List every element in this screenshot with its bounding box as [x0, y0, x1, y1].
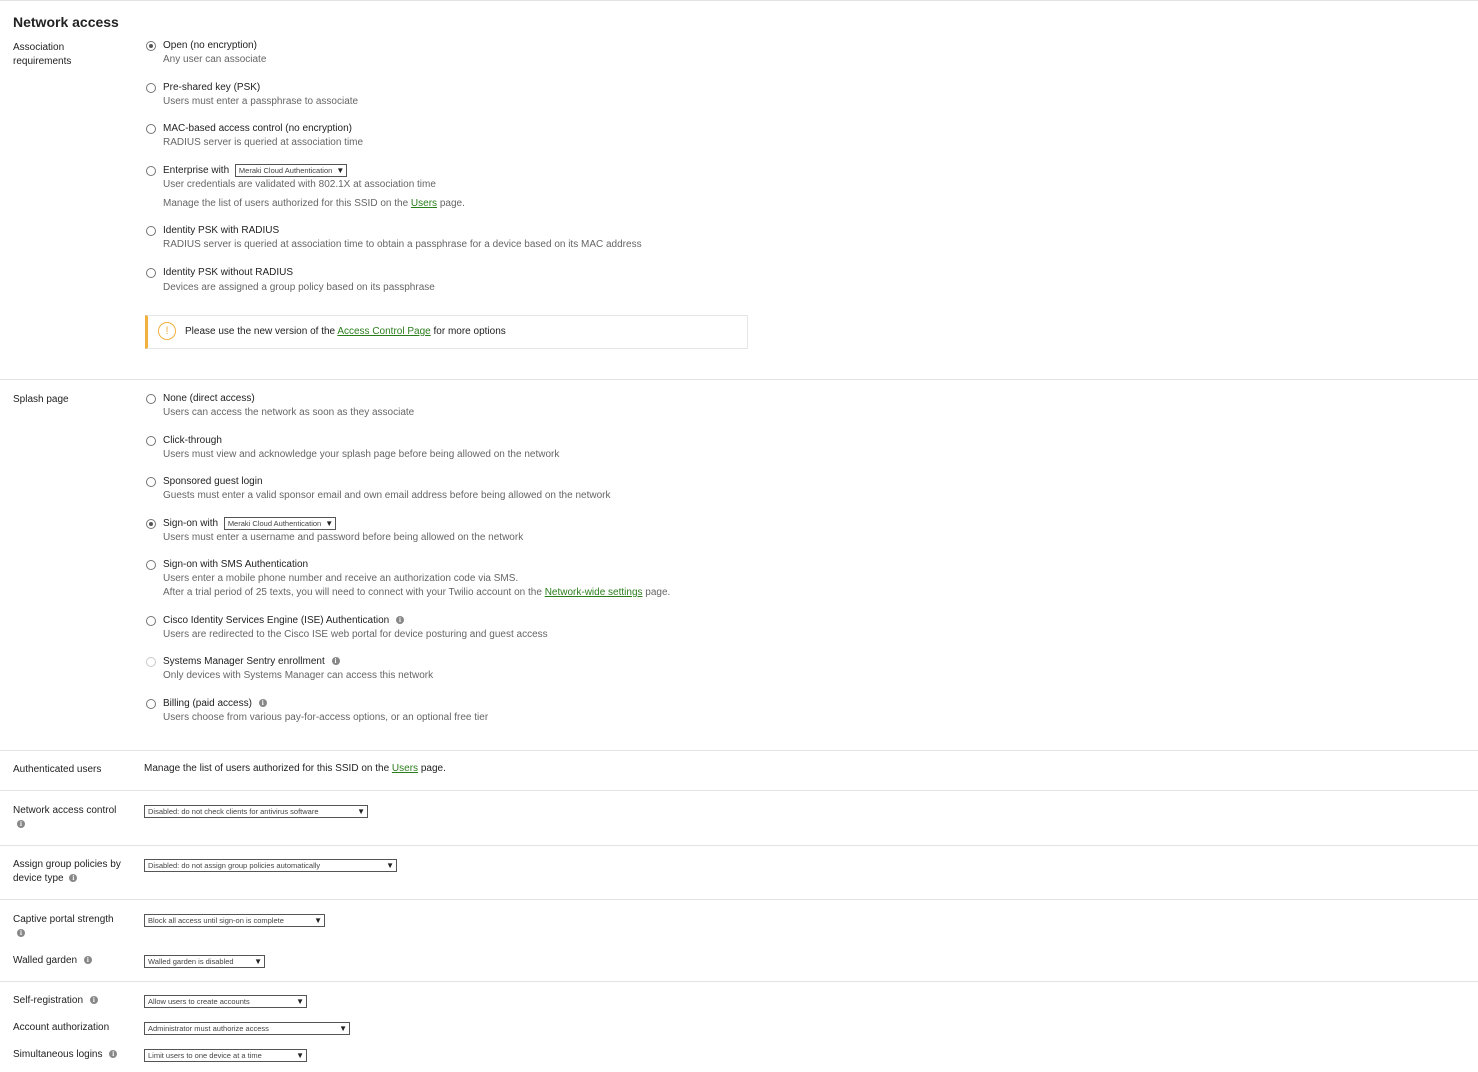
access-control-notice: ! Please use the new version of the Acce… — [145, 315, 748, 349]
self-registration-select[interactable]: Allow users to create accounts ▼ — [144, 995, 307, 1008]
access-control-page-link[interactable]: Access Control Page — [337, 326, 430, 337]
radio-ise[interactable] — [146, 616, 156, 626]
radio-click-through[interactable] — [146, 436, 156, 446]
info-icon[interactable]: i — [83, 956, 92, 965]
network-access-control-label: Network access control i — [13, 805, 117, 829]
chevron-down-icon: ▼ — [296, 1051, 304, 1060]
radio-open[interactable] — [146, 41, 156, 51]
radio-mac[interactable] — [146, 124, 156, 134]
chevron-down-icon: ▼ — [386, 861, 394, 870]
network-wide-settings-link[interactable]: Network-wide settings — [545, 587, 643, 598]
users-link[interactable]: Users — [411, 198, 437, 209]
radio-sponsored[interactable] — [146, 477, 156, 487]
top-divider — [0, 0, 1478, 1]
simultaneous-logins-label: Simultaneous logins i — [13, 1048, 138, 1062]
info-icon[interactable]: i — [89, 996, 98, 1005]
walled-garden-label: Walled garden i — [13, 954, 138, 968]
chevron-down-icon: ▼ — [325, 519, 334, 528]
divider — [0, 379, 1478, 380]
divider — [0, 750, 1478, 751]
chevron-down-icon: ▼ — [314, 916, 322, 925]
divider — [0, 981, 1478, 982]
chevron-down-icon: ▼ — [254, 957, 262, 966]
self-registration-label: Self-registration i — [13, 994, 138, 1008]
radio-splash-none[interactable] — [146, 394, 156, 404]
radio-ipsk-no-radius[interactable] — [146, 268, 156, 278]
users-link[interactable]: Users — [392, 763, 418, 774]
radio-psk[interactable] — [146, 83, 156, 93]
radio-enterprise[interactable] — [146, 166, 156, 176]
chevron-down-icon: ▼ — [357, 807, 365, 816]
radio-sms[interactable] — [146, 560, 156, 570]
walled-garden-select[interactable]: Walled garden is disabled ▼ — [144, 955, 265, 968]
info-icon[interactable]: i — [109, 1050, 118, 1059]
warning-icon: ! — [158, 322, 176, 340]
radio-ipsk-radius[interactable] — [146, 226, 156, 236]
info-icon[interactable]: i — [331, 657, 340, 666]
info-icon[interactable]: i — [69, 874, 78, 883]
info-icon[interactable]: i — [17, 820, 25, 829]
splash-label: Splash page — [13, 394, 69, 405]
info-icon[interactable]: i — [258, 699, 267, 708]
account-authorization-select[interactable]: Administrator must authorize access ▼ — [144, 1022, 350, 1035]
chevron-down-icon: ▼ — [339, 1024, 347, 1033]
radio-billing[interactable] — [146, 699, 156, 709]
captive-portal-label: Captive portal strength i — [13, 914, 114, 938]
chevron-down-icon: ▼ — [296, 997, 304, 1006]
association-label: Association requirements — [13, 42, 72, 67]
info-icon[interactable]: i — [17, 929, 25, 938]
divider — [0, 845, 1478, 846]
enterprise-users-note: Manage the list of users authorized for … — [163, 198, 465, 209]
page-title: Network access — [13, 14, 119, 30]
group-policies-select[interactable]: Disabled: do not assign group policies a… — [144, 859, 397, 872]
info-icon[interactable]: i — [396, 616, 405, 625]
divider — [0, 899, 1478, 900]
sign-on-auth-select[interactable]: Meraki Cloud Authentication ▼ — [223, 517, 337, 530]
captive-portal-select[interactable]: Block all access until sign-on is comple… — [144, 914, 325, 927]
authenticated-users-note: Manage the list of users authorized for … — [144, 763, 446, 774]
divider — [0, 790, 1478, 791]
authenticated-users-label: Authenticated users — [13, 764, 102, 775]
simultaneous-logins-select[interactable]: Limit users to one device at a time ▼ — [144, 1049, 307, 1062]
radio-sentry — [146, 657, 156, 667]
enterprise-auth-select[interactable]: Meraki Cloud Authentication ▼ — [234, 164, 348, 177]
chevron-down-icon: ▼ — [336, 166, 345, 175]
network-access-control-select[interactable]: Disabled: do not check clients for antiv… — [144, 805, 368, 818]
account-authorization-label: Account authorization — [13, 1022, 110, 1033]
radio-sign-on[interactable] — [146, 519, 156, 529]
group-policies-label: Assign group policies by device type i — [13, 859, 121, 884]
